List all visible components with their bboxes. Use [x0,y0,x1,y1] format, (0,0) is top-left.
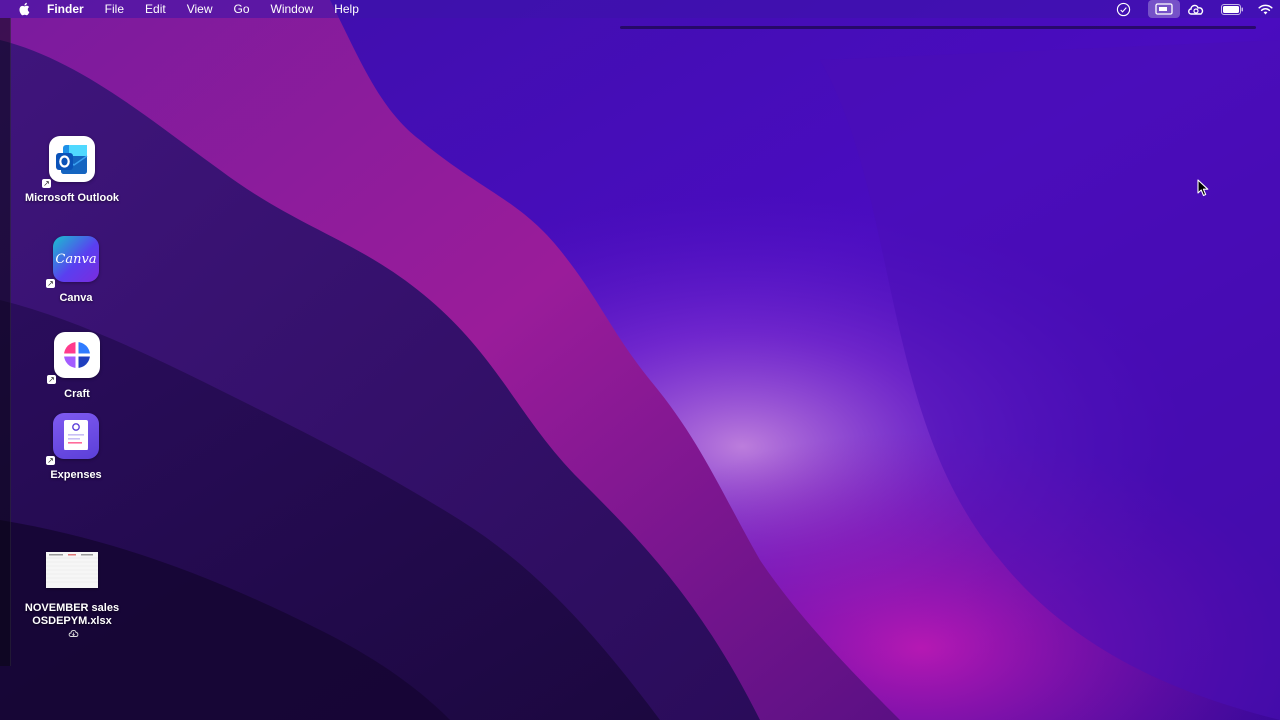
apple-icon[interactable] [17,2,31,16]
desktop[interactable]: Finder File Edit View Go Window Help ↗ M… [0,0,1280,720]
menu-view[interactable]: View [187,0,213,18]
outlook-app-icon: ↗ [42,136,95,188]
alias-arrow-icon: ↗ [46,456,55,465]
canva-app-icon: Canva ↗ [46,236,99,288]
icloud-icon [68,628,79,641]
desktop-icon-label: Microsoft Outlook [24,192,120,204]
menu-go[interactable]: Go [234,0,250,18]
menu-app-name[interactable]: Finder [47,0,84,18]
desktop-icon-craft[interactable]: ↗ Craft [22,332,132,401]
window-edge [0,18,11,666]
xlsx-file-icon [46,552,98,588]
desktop-icon-label: NOVEMBER sales OSDEPYM.xlsx [17,602,127,641]
menu-window[interactable]: Window [271,0,314,18]
file-name: NOVEMBER sales OSDEPYM.xlsx [24,602,120,627]
screen-share-icon[interactable] [1148,0,1180,18]
wallpaper [0,0,1280,720]
menu-bar: Finder File Edit View Go Window Help [0,0,1280,18]
desktop-icon-xlsx-file[interactable]: NOVEMBER sales OSDEPYM.xlsx [17,552,127,641]
expenses-app-icon: ↗ [46,413,99,465]
canva-logo-text: Canva [55,251,97,267]
menu-file[interactable]: File [105,0,124,18]
wifi-icon[interactable] [1256,0,1274,18]
desktop-icon-canva[interactable]: Canva ↗ Canva [21,236,131,305]
craft-app-icon: ↗ [47,332,100,384]
toolbar-edge [620,26,1256,29]
mouse-cursor-icon [1197,179,1209,197]
desktop-icon-expenses[interactable]: ↗ Expenses [21,413,131,482]
menu-help[interactable]: Help [334,0,359,18]
sync-icon[interactable] [1113,0,1133,18]
menu-edit[interactable]: Edit [145,0,166,18]
alias-arrow-icon: ↗ [46,279,55,288]
desktop-icon-label: Canva [59,292,93,304]
creative-cloud-icon[interactable] [1185,0,1207,18]
alias-arrow-icon: ↗ [47,375,56,384]
battery-icon[interactable] [1220,0,1244,18]
desktop-icon-label: Craft [64,388,90,400]
alias-arrow-icon: ↗ [42,179,51,188]
desktop-icon-outlook[interactable]: ↗ Microsoft Outlook [17,136,127,205]
desktop-icon-label: Expenses [50,469,102,481]
status-area [1113,0,1280,18]
